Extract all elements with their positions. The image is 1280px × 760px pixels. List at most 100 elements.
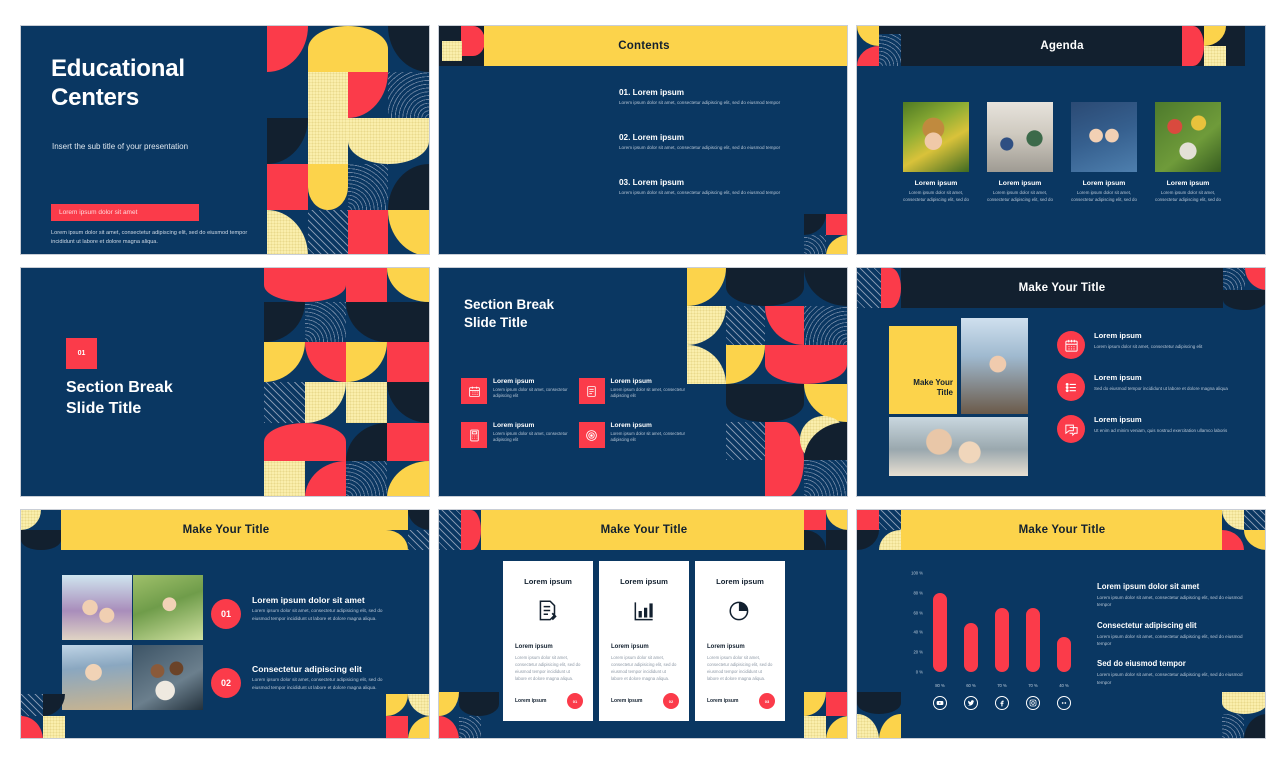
chart-ytick: 100 % [911,570,923,576]
chart-plot-area: 100 % 80 % 60 % 40 % 20 % 0 % [911,571,1077,675]
chart-value-label: 70 % [997,683,1007,688]
youtube-icon[interactable] [933,696,947,710]
slide5-title-line2: Slide Title [464,314,528,330]
slide-3-agenda[interactable]: Agenda Lorem ipsum Lorem ipsum dolor sit… [856,25,1266,255]
slide2-bottom-red [826,214,847,235]
slide-1-title[interactable]: Educational Centers Insert the sub title… [20,25,430,255]
slide3-header-title: Agenda [1040,40,1084,52]
slide6-feature-3[interactable]: Lorem ipsum Ut enim ad minim veniam, qui… [1057,415,1252,443]
slide7-photo-3 [62,645,132,710]
agenda-card-row: Lorem ipsum Lorem ipsum dolor sit amet, … [857,102,1265,204]
contents-item-heading: 02. Lorem ipsum [619,133,685,142]
slide8-footer-label: Lorem ipsum [707,698,739,704]
slide1-highlight-bar: Lorem ipsum dolor sit amet [51,204,199,221]
slide4-geometric-pattern [264,268,429,496]
slide-6-make-your-title[interactable]: Make Your Title Make Your Title Lorem ip… [856,267,1266,497]
slide-7-make-your-title[interactable]: Make Your Title 01 Lorem ipsum dolor sit… [20,509,430,739]
slide8-card-3[interactable]: Lorem ipsum Lorem ipsum Lorem ipsum dolo… [695,561,785,721]
document-edit-icon [515,598,581,624]
slide7-text-2: Lorem ipsum dolor sit amet, consectetur … [252,677,383,690]
pie-chart-icon [707,598,773,624]
contents-item-3[interactable]: 03. Lorem ipsum Lorem ipsum dolor sit am… [619,178,834,197]
instagram-icon[interactable] [1026,696,1040,710]
slide5-feature-3[interactable]: Lorem ipsum Lorem ipsum dolor sit amet, … [461,422,569,448]
agenda-card-2[interactable]: Lorem ipsum Lorem ipsum dolor sit amet, … [987,102,1053,204]
chart-bar-column [1057,573,1071,672]
slide8-card-footer[interactable]: Lorem ipsum 02 [611,693,679,709]
agenda-text: Lorem ipsum dolor sit amet, consectetur … [1155,190,1221,202]
chart-social-icons [927,696,1077,710]
slide6-image-2 [889,417,1028,476]
slide7-photo-2 [133,575,203,640]
chart-bar [995,607,1009,672]
slide-8-make-your-title[interactable]: Make Your Title Lorem ipsum Lorem ipsum … [438,509,848,739]
agenda-heading: Lorem ipsum [914,180,958,187]
agenda-card-4[interactable]: Lorem ipsum Lorem ipsum dolor sit amet, … [1155,102,1221,204]
slide6-image-1 [961,318,1028,414]
slide8-bottom-cream [804,716,826,738]
slide2-bottom-yellow [826,235,847,254]
slide8-footer-badge: 03 [759,693,775,709]
bar-chart: 100 % 80 % 60 % 40 % 20 % 0 % 80 % 60 % … [895,565,1085,710]
slide8-bottom-dark [459,692,499,716]
slide9-text-2: Lorem ipsum dolor sit amet, consectetur … [1097,633,1243,647]
slide9-header-title: Make Your Title [1018,524,1106,536]
slide8-card-text: Lorem ipsum dolor sit amet, consectetur … [515,655,581,681]
slide8-card-footer[interactable]: Lorem ipsum 03 [707,693,775,709]
slide4-title-line1: Section Break [66,379,173,396]
contents-item-text: Lorem ipsum dolor sit amet, consectetur … [619,190,781,195]
agenda-card-3[interactable]: Lorem ipsum Lorem ipsum dolor sit amet, … [1071,102,1137,204]
slide8-footer-label: Lorem ipsum [515,698,547,704]
slide6-feature-2[interactable]: Lorem ipsum Sed do eiusmod tempor incidi… [1057,373,1252,401]
slide9-heading-1: Lorem ipsum dolor sit amet [1097,582,1200,591]
slide7-bottom-diag [21,694,43,716]
slide9-text-3: Lorem ipsum dolor sit amet, consectetur … [1097,672,1243,685]
chat-icon [1057,415,1085,443]
slide5-feature-2[interactable]: Lorem ipsum Lorem ipsum dolor sit amet, … [578,378,687,404]
slide-4-section-break[interactable]: 01 Section Break Slide Title [20,267,430,497]
calendar-icon [1057,331,1085,359]
agenda-image [1071,102,1137,172]
slide-9-chart[interactable]: Make Your Title 100 % 80 % 60 % 40 % 20 … [856,509,1266,739]
list-icon [1057,373,1085,401]
slide6-feature-1[interactable]: Lorem ipsum Lorem ipsum dolor sit amet, … [1057,331,1252,359]
agenda-image [903,102,969,172]
slide8-card-subheading: Lorem ipsum [707,644,745,650]
slide-5-section-break-icons[interactable]: Section Break Slide Title Lorem ipsum Lo… [438,267,848,497]
section-number-badge: 01 [66,338,97,369]
calendar-icon [461,378,487,404]
slide6-feature-text: Ut enim ad minim veniam, quis nostrud ex… [1094,428,1228,433]
slide1-title: Educational Centers [51,54,185,113]
contents-item-1[interactable]: 01. Lorem ipsum Lorem ipsum dolor sit am… [619,88,834,107]
chart-bar-column [964,573,978,672]
slide5-feature-4[interactable]: Lorem ipsum Lorem ipsum dolor sit amet, … [578,422,687,448]
slide7-number-1: 01 [211,599,241,629]
facebook-icon[interactable] [995,696,1009,710]
agenda-card-1[interactable]: Lorem ipsum Lorem ipsum dolor sit amet, … [903,102,969,204]
slide7-bottom-cream-2 [408,694,429,716]
contents-item-2[interactable]: 02. Lorem ipsum Lorem ipsum dolor sit am… [619,133,834,152]
slide8-card-1[interactable]: Lorem ipsum Lorem ipsum Lorem ipsum dolo… [503,561,593,721]
slide6-feature-heading: Lorem ipsum [1094,331,1142,340]
slide1-title-line1: Educational [51,55,185,82]
slide8-card-row: Lorem ipsum Lorem ipsum Lorem ipsum dolo… [439,561,847,721]
slide-2-contents[interactable]: Contents 01. Lorem ipsum Lorem ipsum dol… [438,25,848,255]
chart-bar-column [1026,573,1040,672]
slide8-footer-label: Lorem ipsum [611,698,643,704]
slide7-header-title: Make Your Title [182,524,270,536]
chart-value-labels: 80 % 60 % 70 % 70 % 40 % [927,683,1077,688]
slide5-feature-1[interactable]: Lorem ipsum Lorem ipsum dolor sit amet, … [461,378,569,404]
slide8-footer-badge: 02 [663,693,679,709]
twitter-icon[interactable] [964,696,978,710]
agenda-image [1155,102,1221,172]
slide8-card-2[interactable]: Lorem ipsum Lorem ipsum Lorem ipsum dolo… [599,561,689,721]
more-dots-icon[interactable] [1057,696,1071,710]
slide1-geometric-pattern [267,26,429,254]
chart-bar-column [933,573,947,672]
slide7-heading-2: Consectetur adipiscing elit [252,664,362,674]
target-icon [578,422,605,448]
chart-bar [1057,637,1071,672]
slide5-title-line1: Section Break [464,297,555,312]
slide8-card-footer[interactable]: Lorem ipsum 01 [515,693,583,709]
chart-ytick: 40 % [913,629,923,635]
